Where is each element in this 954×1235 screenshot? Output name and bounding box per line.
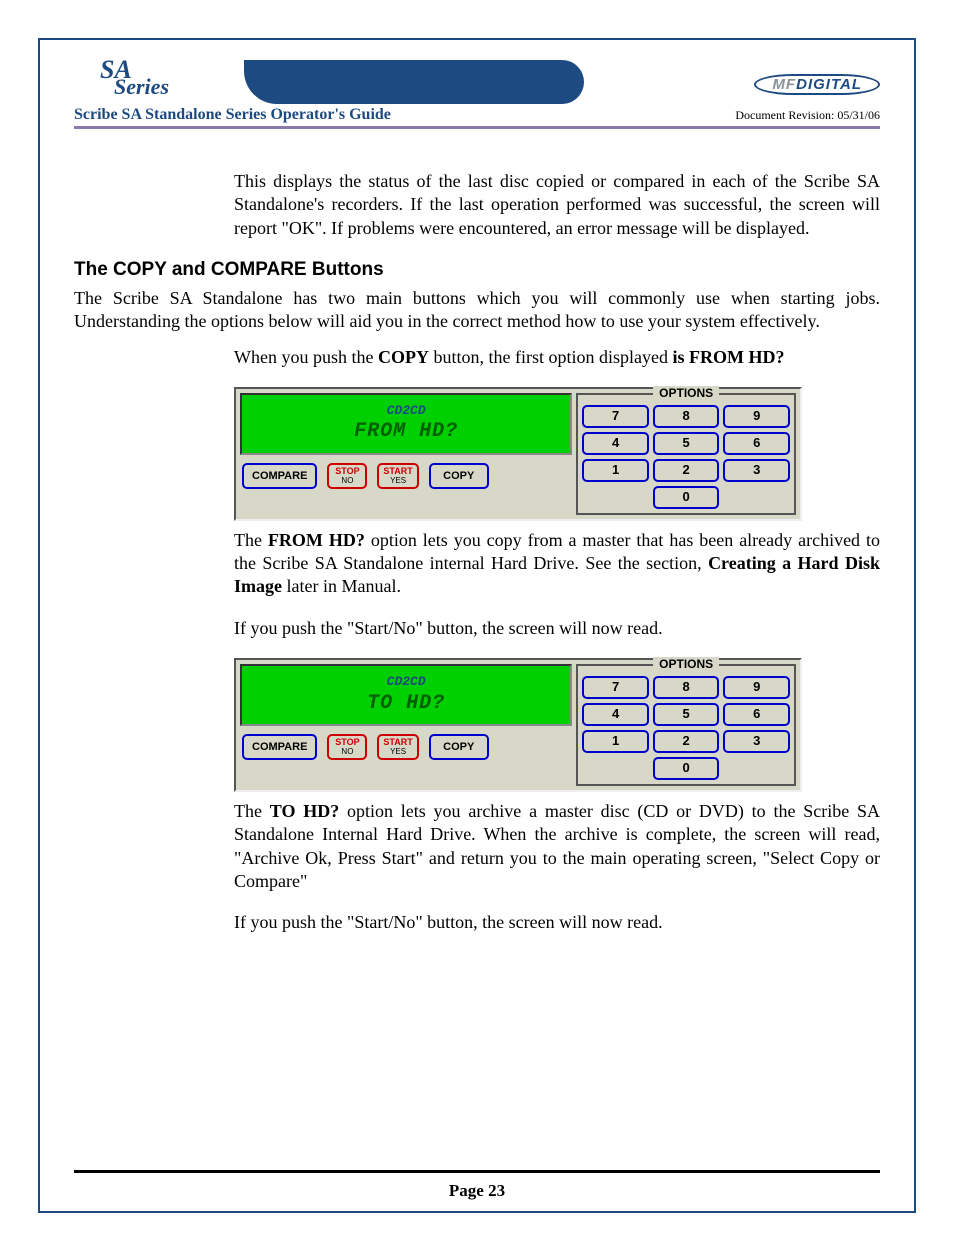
lcd-screen: CD2CD TO HD? (240, 664, 572, 726)
lcd-brand: CD2CD (387, 403, 426, 420)
lcd-screen: CD2CD FROM HD? (240, 393, 572, 455)
key-3[interactable]: 3 (723, 730, 790, 753)
options-label: OPTIONS (653, 657, 719, 673)
stop-no-button[interactable]: STOPNO (327, 463, 367, 489)
startno-para-1: If you push the "Start/No" button, the s… (234, 617, 880, 640)
page-header: SA Series MFDIGITAL Scribe SA Standalone… (74, 60, 880, 130)
logo-text-bottom: Series (114, 74, 169, 100)
key-2[interactable]: 2 (653, 459, 720, 482)
key-8[interactable]: 8 (653, 405, 720, 428)
key-4[interactable]: 4 (582, 703, 649, 726)
swoosh-graphic (244, 60, 584, 104)
page-number: Page 23 (74, 1181, 880, 1201)
options-keypad: OPTIONS 7 8 9 4 5 6 1 2 3 0 (576, 393, 796, 515)
sa-series-logo: SA Series (100, 60, 169, 100)
section-intro: The Scribe SA Standalone has two main bu… (74, 287, 880, 334)
key-0[interactable]: 0 (653, 486, 720, 509)
document-revision: Document Revision: 05/31/06 (735, 108, 880, 123)
lcd-message: TO HD? (367, 691, 445, 717)
key-9[interactable]: 9 (723, 676, 790, 699)
compare-button[interactable]: COMPARE (242, 463, 317, 489)
page-frame: SA Series MFDIGITAL Scribe SA Standalone… (38, 38, 916, 1213)
device-panel-tohd: CD2CD TO HD? COMPARE STOPNO STARTYES COP… (234, 658, 802, 792)
lcd-brand: CD2CD (387, 674, 426, 691)
key-1[interactable]: 1 (582, 459, 649, 482)
key-7[interactable]: 7 (582, 676, 649, 699)
lcd-message: FROM HD? (354, 419, 458, 445)
key-6[interactable]: 6 (723, 703, 790, 726)
key-7[interactable]: 7 (582, 405, 649, 428)
options-label: OPTIONS (653, 386, 719, 402)
footer-rule (74, 1170, 880, 1173)
header-rule: Scribe SA Standalone Series Operator's G… (74, 106, 880, 129)
key-6[interactable]: 6 (723, 432, 790, 455)
tohd-paragraph: The TO HD? option lets you archive a mas… (234, 800, 880, 894)
start-yes-button[interactable]: STARTYES (377, 463, 418, 489)
page-footer: Page 23 (74, 1170, 880, 1201)
copy-button[interactable]: COPY (429, 463, 489, 489)
page-content: This displays the status of the last dis… (74, 130, 880, 1170)
key-8[interactable]: 8 (653, 676, 720, 699)
key-0[interactable]: 0 (653, 757, 720, 780)
key-5[interactable]: 5 (653, 703, 720, 726)
key-9[interactable]: 9 (723, 405, 790, 428)
intro-paragraph: This displays the status of the last dis… (234, 170, 880, 240)
start-yes-button[interactable]: STARTYES (377, 734, 418, 760)
mf-digital-logo: MFDIGITAL (754, 74, 880, 95)
key-2[interactable]: 2 (653, 730, 720, 753)
key-4[interactable]: 4 (582, 432, 649, 455)
fromhd-paragraph: The FROM HD? option lets you copy from a… (234, 529, 880, 599)
key-3[interactable]: 3 (723, 459, 790, 482)
options-keypad: OPTIONS 7 8 9 4 5 6 1 2 3 0 (576, 664, 796, 786)
key-1[interactable]: 1 (582, 730, 649, 753)
section-heading: The COPY and COMPARE Buttons (74, 258, 880, 283)
compare-button[interactable]: COMPARE (242, 734, 317, 760)
key-5[interactable]: 5 (653, 432, 720, 455)
startno-para-2: If you push the "Start/No" button, the s… (234, 911, 880, 934)
device-panel-fromhd: CD2CD FROM HD? COMPARE STOPNO STARTYES C… (234, 387, 802, 521)
stop-no-button[interactable]: STOPNO (327, 734, 367, 760)
copy-push-para: When you push the COPY button, the first… (234, 346, 880, 369)
document-title: Scribe SA Standalone Series Operator's G… (74, 106, 391, 124)
copy-button[interactable]: COPY (429, 734, 489, 760)
